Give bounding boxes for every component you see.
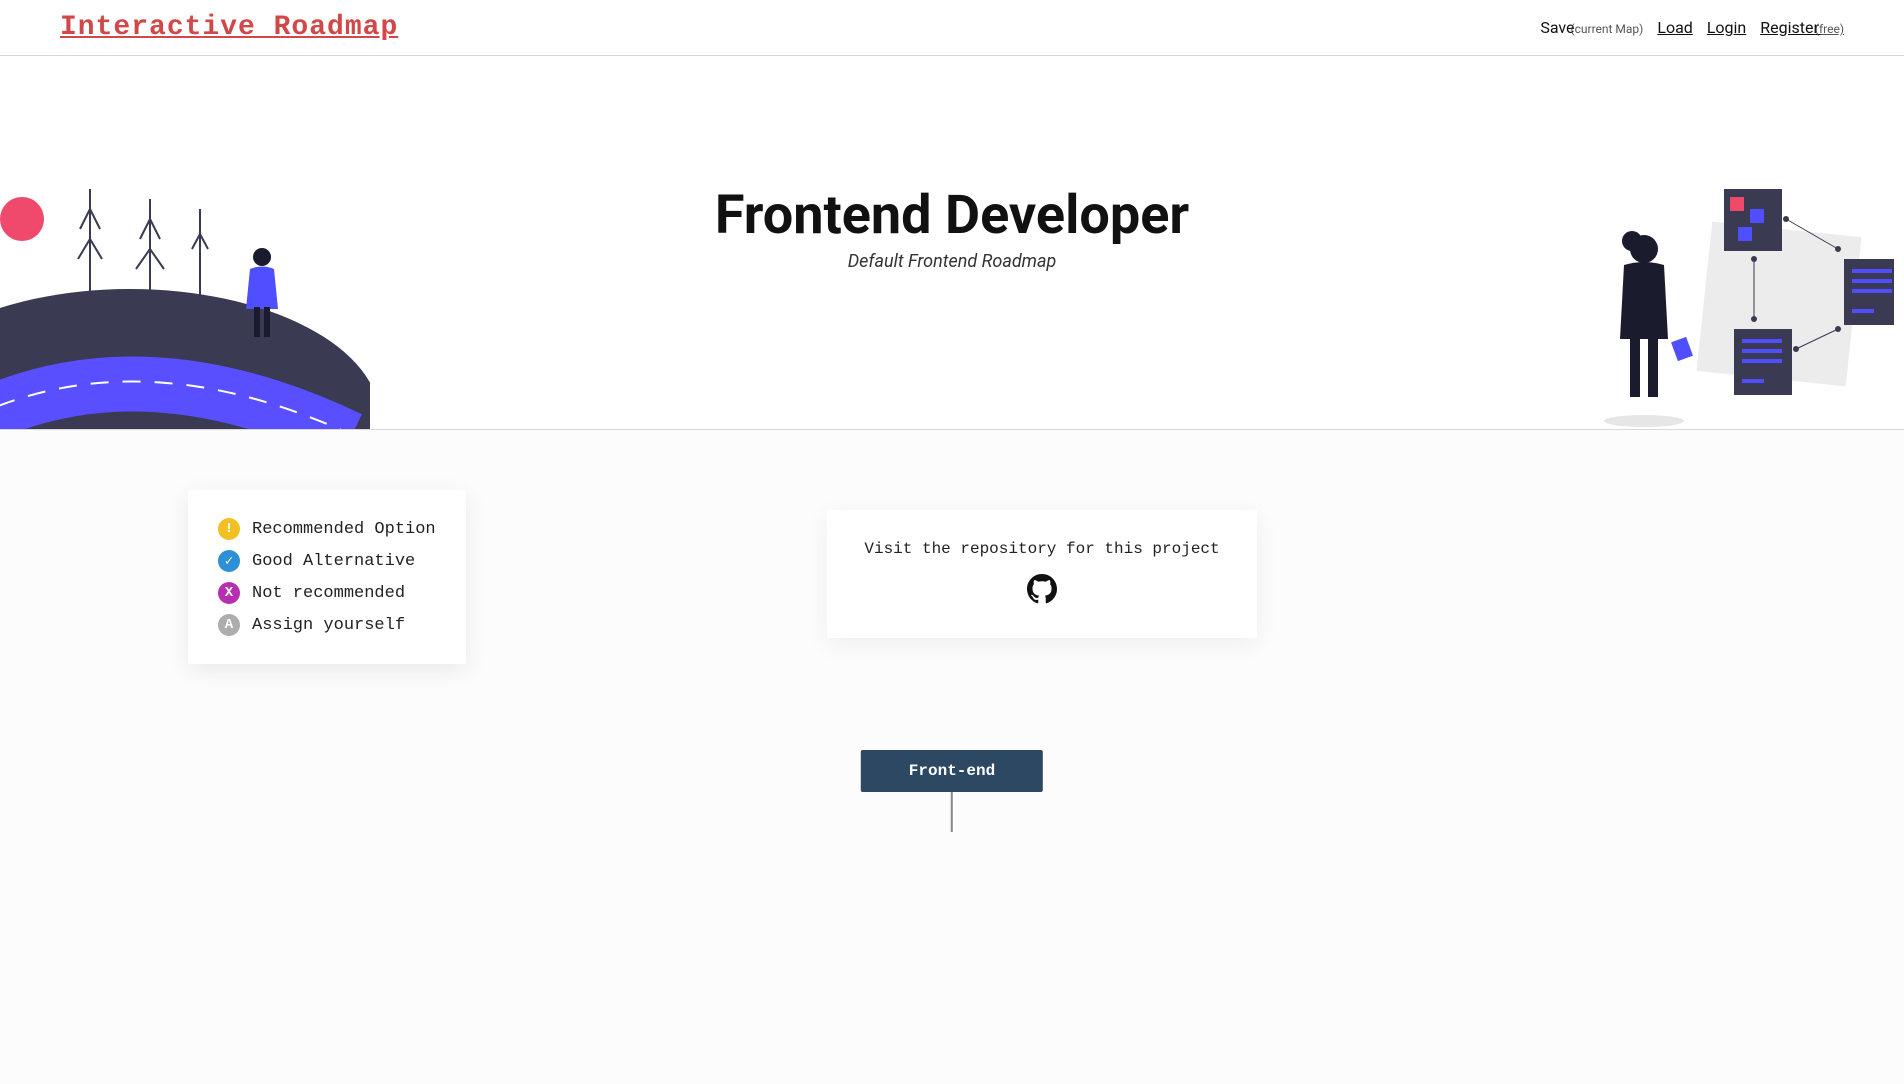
repo-text: Visit the repository for this project bbox=[847, 540, 1237, 558]
load-link[interactable]: Load bbox=[1657, 18, 1692, 37]
repo-card[interactable]: Visit the repository for this project bbox=[827, 510, 1257, 638]
register-label: Register bbox=[1760, 18, 1819, 37]
roadmap-start: Front-end bbox=[861, 750, 1043, 832]
nav: Save (current Map) Load Login Register (… bbox=[1540, 18, 1844, 37]
legend-label: Good Alternative bbox=[252, 552, 415, 571]
save-label: Save bbox=[1540, 18, 1574, 37]
legend-label: Assign yourself bbox=[252, 616, 405, 635]
legend-label: Recommended Option bbox=[252, 520, 436, 539]
hero-subtitle: Default Frontend Roadmap bbox=[848, 251, 1057, 272]
register-sublabel: (free) bbox=[1815, 22, 1844, 36]
hero-left-illustration bbox=[0, 129, 370, 429]
legend-badge-icon: ! bbox=[218, 518, 240, 540]
save-link[interactable]: Save (current Map) bbox=[1540, 18, 1643, 37]
legend-badge-icon: A bbox=[218, 614, 240, 636]
roadmap-root-node[interactable]: Front-end bbox=[861, 750, 1043, 792]
legend-item-alternative: ✓ Good Alternative bbox=[218, 550, 436, 572]
legend-item-assign: A Assign yourself bbox=[218, 614, 436, 636]
legend-label: Not recommended bbox=[252, 584, 405, 603]
legend-badge-icon: ✓ bbox=[218, 550, 240, 572]
legend-item-recommended: ! Recommended Option bbox=[218, 518, 436, 540]
person-icon bbox=[1604, 231, 1693, 427]
header: Interactive Roadmap Save (current Map) L… bbox=[0, 0, 1904, 56]
roadmap-connector bbox=[951, 792, 953, 832]
content: ! Recommended Option ✓ Good Alternative … bbox=[0, 430, 1904, 930]
legend-item-not-recommended: X Not recommended bbox=[218, 582, 436, 604]
logo[interactable]: Interactive Roadmap bbox=[60, 12, 398, 43]
github-icon bbox=[1027, 574, 1057, 604]
save-sublabel: (current Map) bbox=[1571, 22, 1644, 36]
hero-right-illustration bbox=[1594, 169, 1894, 429]
register-link[interactable]: Register (free) bbox=[1760, 18, 1844, 37]
legend-card: ! Recommended Option ✓ Good Alternative … bbox=[188, 490, 466, 664]
legend-badge-icon: X bbox=[218, 582, 240, 604]
hero-title: Frontend Developer bbox=[715, 184, 1189, 247]
hero: Frontend Developer Default Frontend Road… bbox=[0, 56, 1904, 430]
login-link[interactable]: Login bbox=[1707, 18, 1746, 37]
